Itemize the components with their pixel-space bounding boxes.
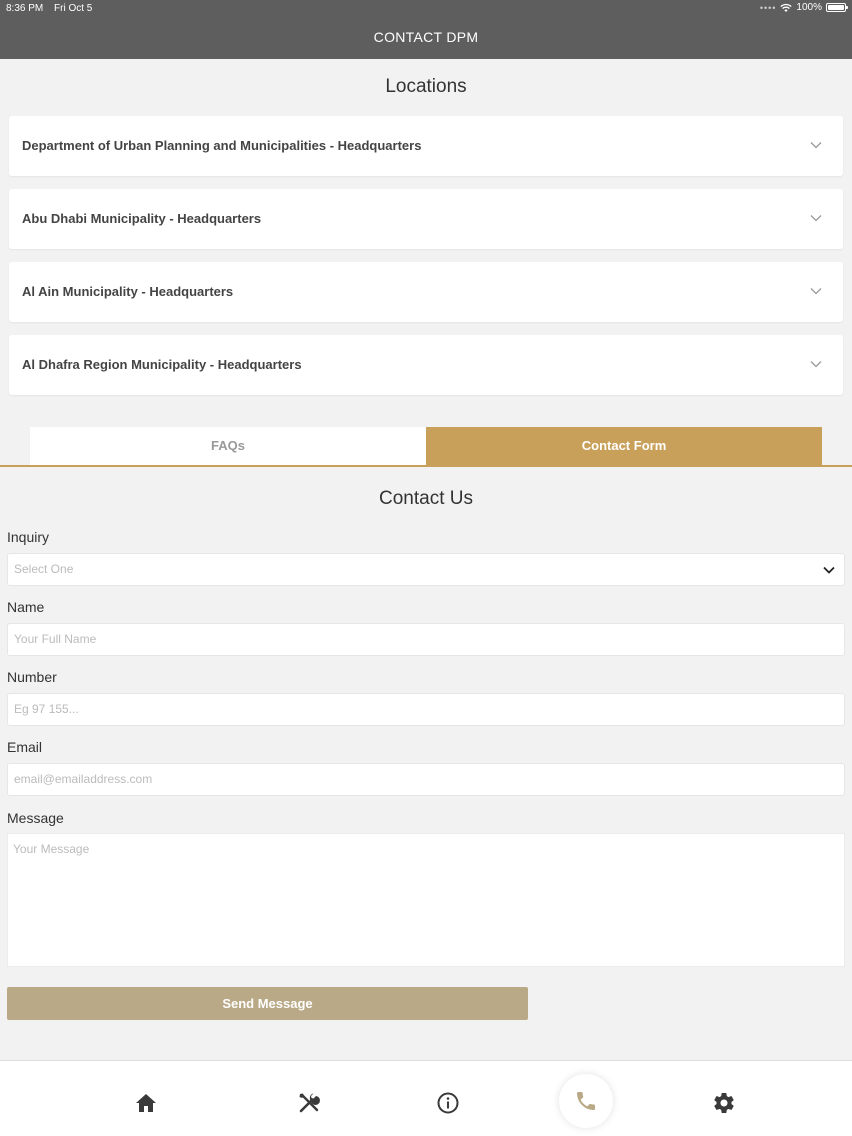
message-placeholder: Your Message	[13, 842, 90, 856]
contact-us-title: Contact Us	[379, 488, 473, 509]
tab-underline	[0, 465, 852, 467]
email-label: Email	[7, 739, 43, 755]
name-label: Name	[7, 599, 45, 615]
tab-bar: FAQs Contact Form	[30, 427, 822, 465]
chevron-down-icon	[810, 142, 822, 149]
battery-icon	[826, 3, 848, 12]
location-label: Abu Dhabi Municipality - Headquarters	[22, 211, 262, 226]
number-label: Number	[7, 669, 57, 685]
number-placeholder: Eg 97 155...	[14, 702, 79, 716]
home-icon[interactable]	[134, 1091, 158, 1115]
location-item[interactable]: Abu Dhabi Municipality - Headquarters	[9, 189, 843, 249]
email-field[interactable]: email@emailaddress.com	[7, 763, 845, 796]
phone-icon	[577, 1092, 595, 1110]
number-field[interactable]: Eg 97 155...	[7, 693, 845, 726]
chevron-down-icon	[810, 215, 822, 222]
phone-tab[interactable]	[559, 1074, 613, 1128]
location-item[interactable]: Department of Urban Planning and Municip…	[9, 116, 843, 176]
message-textarea[interactable]: Your Message	[7, 833, 845, 967]
tab-contact-form[interactable]: Contact Form	[426, 427, 822, 465]
status-bar: 8:36 PM Fri Oct 5 •••• 100%	[0, 0, 852, 16]
email-placeholder: email@emailaddress.com	[14, 772, 153, 786]
bottom-tab-bar	[0, 1060, 852, 1136]
page-title: CONTACT DPM	[373, 29, 479, 45]
tab-faqs[interactable]: FAQs	[30, 427, 426, 465]
chevron-down-icon	[810, 361, 822, 368]
inquiry-label: Inquiry	[7, 529, 50, 545]
name-field[interactable]: Your Full Name	[7, 623, 845, 656]
nav-bar: CONTACT DPM	[0, 16, 852, 59]
location-item[interactable]: Al Dhafra Region Municipality - Headquar…	[9, 335, 843, 395]
signal-icon: ••••	[759, 2, 777, 13]
inquiry-value: Select One	[14, 562, 74, 576]
send-message-button[interactable]: Send Message	[7, 987, 528, 1020]
tools-icon[interactable]	[297, 1091, 321, 1115]
info-icon[interactable]	[436, 1091, 460, 1115]
name-placeholder: Your Full Name	[14, 632, 97, 646]
inquiry-select[interactable]: Select One	[7, 553, 845, 586]
status-date: Fri Oct 5	[54, 3, 93, 14]
wifi-icon	[780, 3, 793, 12]
chevron-down-icon	[810, 288, 822, 295]
locations-title: Locations	[385, 76, 467, 97]
location-label: Department of Urban Planning and Municip…	[22, 138, 422, 153]
message-label: Message	[7, 810, 64, 826]
battery-percent: 100%	[796, 2, 822, 13]
location-label: Al Dhafra Region Municipality - Headquar…	[22, 357, 302, 372]
location-label: Al Ain Municipality - Headquarters	[22, 284, 234, 299]
location-item[interactable]: Al Ain Municipality - Headquarters	[9, 262, 843, 322]
chevron-down-icon	[823, 566, 835, 574]
settings-icon[interactable]	[712, 1091, 736, 1115]
status-time: 8:36 PM	[6, 3, 44, 14]
